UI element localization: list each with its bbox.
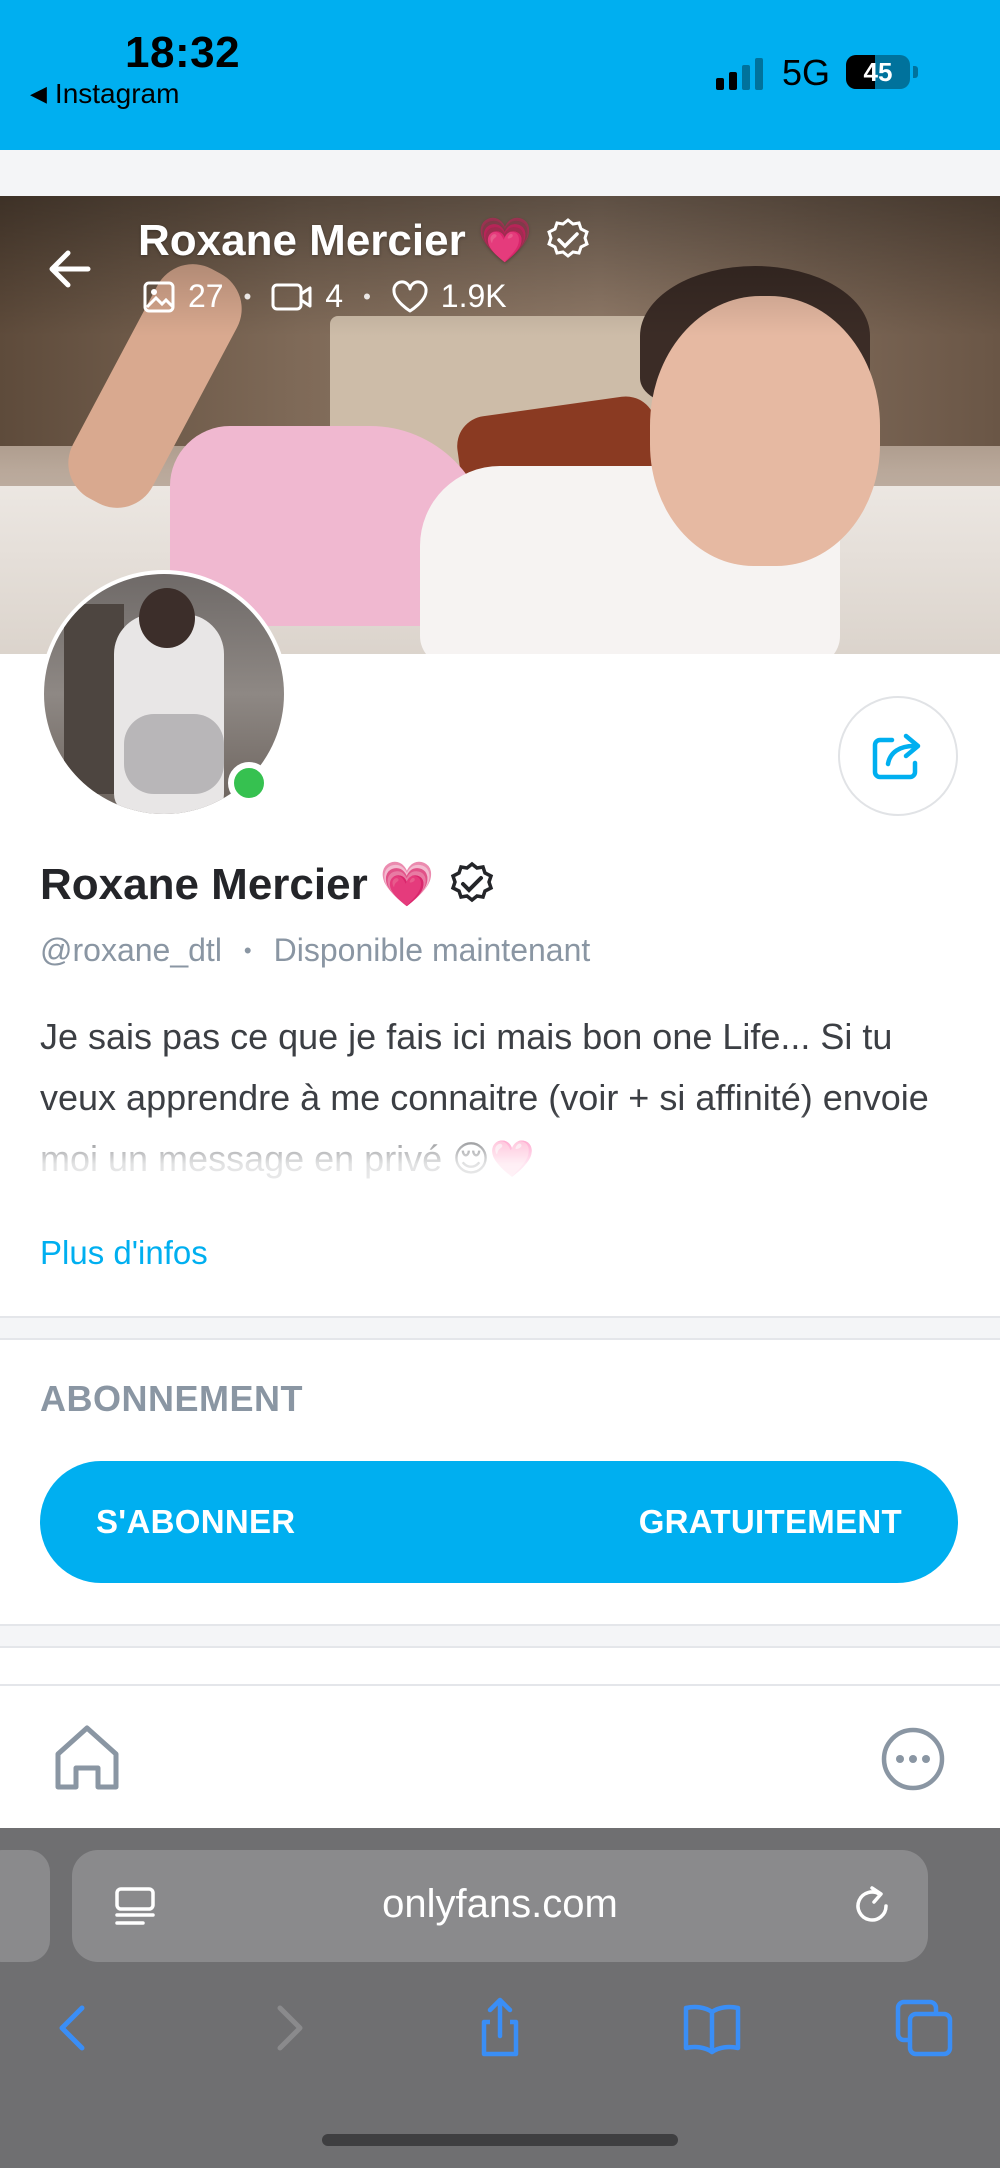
browser-toolbar: onlyfans.com bbox=[0, 1828, 1000, 2168]
video-icon bbox=[271, 283, 312, 310]
heart-icon bbox=[392, 279, 428, 312]
more-info-link[interactable]: Plus d'infos bbox=[40, 1234, 208, 1272]
home-icon[interactable] bbox=[50, 1722, 124, 1794]
battery-icon: 45 bbox=[846, 55, 910, 89]
more-icon[interactable] bbox=[880, 1726, 946, 1792]
handle-row: @roxane_dtl • Disponible maintenant bbox=[40, 932, 590, 969]
forward-icon[interactable] bbox=[256, 1996, 320, 2060]
share-icon bbox=[872, 733, 921, 780]
likes-stat[interactable]: 1.9K bbox=[391, 278, 507, 315]
battery-level: 45 bbox=[863, 57, 893, 87]
network-type: 5G bbox=[782, 52, 831, 93]
verified-icon bbox=[546, 218, 589, 258]
subscribe-price-label: GRATUITEMENT bbox=[638, 1503, 902, 1540]
verified-icon bbox=[450, 861, 493, 903]
section-divider bbox=[0, 1624, 1000, 1648]
likes-count: 1.9K bbox=[440, 278, 507, 314]
subscribe-button[interactable]: S'ABONNER GRATUITEMENT bbox=[40, 1461, 958, 1583]
battery-tip bbox=[913, 66, 918, 78]
tabs-icon[interactable] bbox=[892, 1996, 956, 2060]
home-indicator bbox=[322, 2134, 678, 2146]
bottom-nav bbox=[0, 1684, 1000, 1828]
signal-icon bbox=[716, 56, 763, 90]
online-indicator bbox=[228, 762, 270, 804]
profile-handle: @roxane_dtl bbox=[40, 932, 222, 968]
cover-stats: 27 • 4 • 1.9K bbox=[142, 278, 507, 315]
url-text: onlyfans.com bbox=[382, 1882, 618, 1926]
stat-separator: • bbox=[363, 283, 371, 309]
cover-name-text: Roxane Mercier 💗 bbox=[138, 216, 533, 265]
profile-name: Roxane Mercier 💗 bbox=[40, 858, 495, 910]
subscription-title: ABONNEMENT bbox=[40, 1378, 303, 1419]
videos-stat[interactable]: 4 bbox=[271, 278, 343, 315]
availability-status: Disponible maintenant bbox=[273, 932, 591, 968]
top-strip bbox=[0, 150, 1000, 196]
videos-count: 4 bbox=[325, 278, 344, 314]
reload-icon[interactable] bbox=[848, 1882, 896, 1930]
status-time: 18:32 bbox=[125, 28, 241, 77]
photos-stat[interactable]: 27 bbox=[142, 278, 224, 315]
share-icon[interactable] bbox=[468, 1996, 532, 2060]
bio-fade bbox=[0, 1110, 1000, 1230]
back-app-label: Instagram bbox=[54, 78, 180, 109]
image-icon bbox=[143, 281, 175, 312]
subscribe-label: S'ABONNER bbox=[96, 1503, 296, 1540]
profile-name-text: Roxane Mercier 💗 bbox=[40, 860, 435, 909]
section-divider bbox=[0, 1316, 1000, 1340]
bookmarks-icon[interactable] bbox=[680, 1996, 744, 2060]
stat-separator: • bbox=[243, 283, 252, 309]
share-profile-button[interactable] bbox=[838, 696, 958, 816]
cover-title: Roxane Mercier 💗 bbox=[138, 214, 591, 266]
handle-separator: • bbox=[243, 937, 252, 963]
previous-tab-peek[interactable] bbox=[0, 1850, 50, 1962]
back-triangle-icon: ◀ bbox=[30, 81, 47, 106]
address-bar[interactable]: onlyfans.com bbox=[72, 1850, 928, 1962]
back-icon[interactable] bbox=[42, 1996, 106, 2060]
back-arrow-icon[interactable] bbox=[44, 244, 94, 294]
photos-count: 27 bbox=[188, 278, 224, 314]
back-to-app-link[interactable]: ◀ Instagram bbox=[30, 78, 179, 110]
